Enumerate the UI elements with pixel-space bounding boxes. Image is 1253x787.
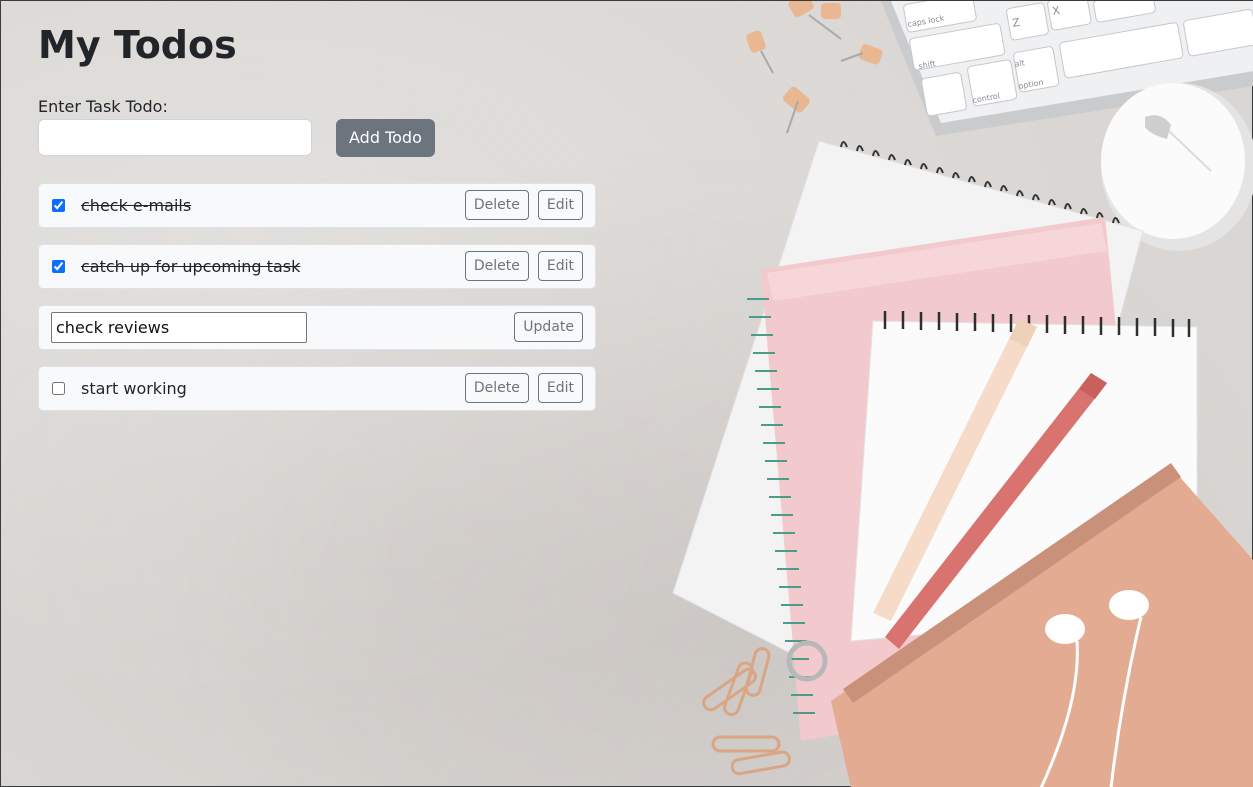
update-button[interactable]: Update — [514, 312, 583, 343]
key-shift: shift — [918, 59, 937, 71]
todo-item: check e-mails Delete Edit — [38, 182, 596, 228]
pouch-image — [786, 463, 1253, 787]
edit-button[interactable]: Edit — [537, 373, 583, 404]
todo-list: check e-mails Delete Edit catch up for u… — [38, 182, 596, 411]
todo-item: catch up for upcoming task Delete Edit — [38, 243, 596, 289]
earphones-image — [1039, 590, 1149, 787]
edit-button[interactable]: Edit — [537, 251, 583, 282]
key-option: option — [1018, 78, 1044, 91]
keyboard-image: caps lock shift Z X alt option control — [881, 1, 1253, 136]
pens-image — [873, 319, 1107, 649]
todo-app: My Todos Enter Task Todo: Add Todo check… — [38, 23, 596, 427]
key-caps-lock: caps lock — [907, 14, 946, 29]
todo-item: start working Delete Edit — [38, 365, 596, 411]
todo-text: start working — [81, 378, 187, 398]
todo-checkbox[interactable] — [52, 381, 65, 395]
key-control: control — [972, 91, 1001, 105]
todo-item-editing: Update — [38, 304, 596, 350]
add-todo-form: Add Todo — [38, 118, 596, 157]
paper-clips-image — [702, 647, 791, 776]
delete-button[interactable]: Delete — [464, 373, 529, 404]
todo-text: check e-mails — [81, 195, 192, 215]
delete-button[interactable]: Delete — [464, 251, 529, 282]
white-notebook-image — [672, 140, 1144, 762]
todo-checkbox[interactable] — [52, 198, 65, 212]
delete-button[interactable]: Delete — [464, 190, 529, 221]
edit-button[interactable]: Edit — [537, 190, 583, 221]
pink-notebook-image — [761, 217, 1151, 741]
add-todo-button[interactable]: Add Todo — [336, 118, 435, 157]
task-input-label: Enter Task Todo: — [38, 96, 168, 116]
push-pins-image — [746, 1, 883, 134]
edit-todo-input[interactable] — [51, 311, 307, 343]
page-title: My Todos — [38, 23, 237, 67]
mouse-image — [1101, 83, 1253, 251]
todo-checkbox[interactable] — [52, 259, 65, 273]
notepad-image — [850, 320, 1198, 642]
task-input[interactable] — [38, 119, 312, 157]
key-x: X — [1051, 4, 1061, 18]
key-alt: alt — [1014, 58, 1026, 69]
key-z: Z — [1011, 16, 1021, 30]
todo-text: catch up for upcoming task — [81, 256, 301, 276]
